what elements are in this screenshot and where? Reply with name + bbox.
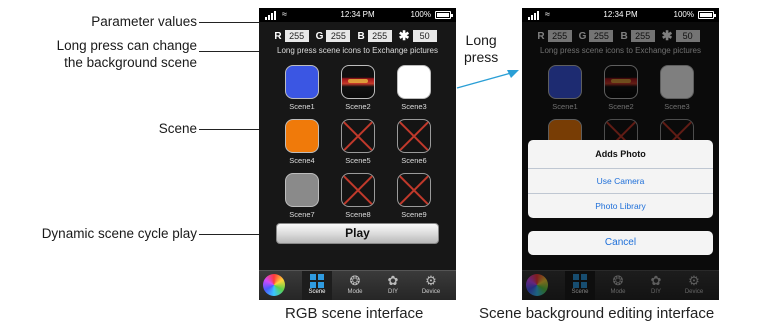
tab-diy[interactable]: ✿ DIY xyxy=(378,271,408,300)
battery-icon xyxy=(435,11,453,19)
scene-tile-9[interactable] xyxy=(397,173,431,207)
tab-scene-label: Scene xyxy=(308,289,326,295)
scene-tile-8[interactable] xyxy=(341,173,375,207)
film-reel-icon: ❂ xyxy=(349,273,361,288)
scene-label-1: Scene1 xyxy=(289,102,315,111)
grid-icon xyxy=(310,274,324,288)
scene-label-7: Scene7 xyxy=(289,210,315,219)
scene-label-3: Scene3 xyxy=(401,102,427,111)
scene-tile-6[interactable] xyxy=(397,119,431,153)
scene-tile-4[interactable] xyxy=(285,119,319,153)
scene-tile-3[interactable] xyxy=(397,65,431,99)
tab-diy-label: DIY xyxy=(387,289,398,295)
callout-dynamic-play: Dynamic scene cycle play xyxy=(41,226,197,241)
r-value[interactable]: 255 xyxy=(284,30,309,42)
palette-icon: ✿ xyxy=(387,273,399,288)
callout-scene: Scene xyxy=(158,121,197,136)
status-bar-right: ≈ 12:34 PM 100% xyxy=(522,8,719,22)
scene-label-5: Scene5 xyxy=(345,156,371,165)
scene-label-2: Scene2 xyxy=(345,102,371,111)
use-camera-button[interactable]: Use Camera xyxy=(528,168,713,193)
scene-label-4: Scene4 xyxy=(289,156,315,165)
tab-mode[interactable]: ❂ Mode xyxy=(340,271,370,300)
callout-long-press-line2: the background scene xyxy=(64,55,197,70)
hint-text: Long press scene icons to Exchange pictu… xyxy=(277,46,438,55)
gear-icon: ⚙ xyxy=(425,273,437,288)
status-bar: ≈ 12:34 PM 100% xyxy=(259,8,456,22)
caption-right: Scene background editing interface xyxy=(479,305,715,322)
battery-percent: 100% xyxy=(410,10,431,19)
tab-scene[interactable]: Scene xyxy=(302,271,332,300)
cancel-button[interactable]: Cancel xyxy=(528,231,713,255)
color-wheel-icon[interactable] xyxy=(263,274,285,296)
arrow-label: Long press xyxy=(464,32,498,66)
tab-bar: Scene ❂ Mode ✿ DIY ⚙ Device xyxy=(259,270,456,300)
scene-label-6: Scene6 xyxy=(401,156,427,165)
sheet-title: Adds Photo xyxy=(595,149,646,159)
b-value[interactable]: 255 xyxy=(367,30,392,42)
parameter-values: R 255 G 255 B 255 ✱ 50 xyxy=(259,28,456,43)
phone-rgb-scene: ≈ 12:34 PM 100% R 255 G 255 B 255 ✱ 50 L… xyxy=(259,8,456,300)
callout-parameter-values: Parameter values xyxy=(91,14,197,29)
brightness-icon: ✱ xyxy=(398,28,410,43)
scene-label-8: Scene8 xyxy=(345,210,371,219)
r-label: R xyxy=(274,30,282,42)
scene-tile-7[interactable] xyxy=(285,173,319,207)
scene-tile-2[interactable] xyxy=(341,65,375,99)
brightness-value[interactable]: 50 xyxy=(412,30,437,42)
phone-background-editing: ≈ 12:34 PM 100% R 255 G 255 B 255 ✱ 50 L… xyxy=(522,8,719,300)
caption-left: RGB scene interface xyxy=(285,305,424,322)
scene-label-9: Scene9 xyxy=(401,210,427,219)
photo-library-button[interactable]: Photo Library xyxy=(528,193,713,218)
b-label: B xyxy=(357,30,365,42)
g-label: G xyxy=(315,30,324,42)
battery-icon xyxy=(698,11,716,19)
play-button[interactable]: Play xyxy=(276,223,439,244)
scene-tile-5[interactable] xyxy=(341,119,375,153)
arrow-label-line1: Long xyxy=(465,32,497,48)
tab-device-label: Device xyxy=(421,289,441,295)
tab-mode-label: Mode xyxy=(347,289,363,295)
scene-tile-1[interactable] xyxy=(285,65,319,99)
battery-percent: 100% xyxy=(673,10,694,19)
callout-long-press-line1: Long press can change xyxy=(56,38,197,53)
adds-photo-sheet: Adds Photo Use Camera Photo Library xyxy=(528,140,713,218)
tab-device[interactable]: ⚙ Device xyxy=(416,271,446,300)
g-value[interactable]: 255 xyxy=(326,30,351,42)
long-press-arrow xyxy=(456,70,519,89)
